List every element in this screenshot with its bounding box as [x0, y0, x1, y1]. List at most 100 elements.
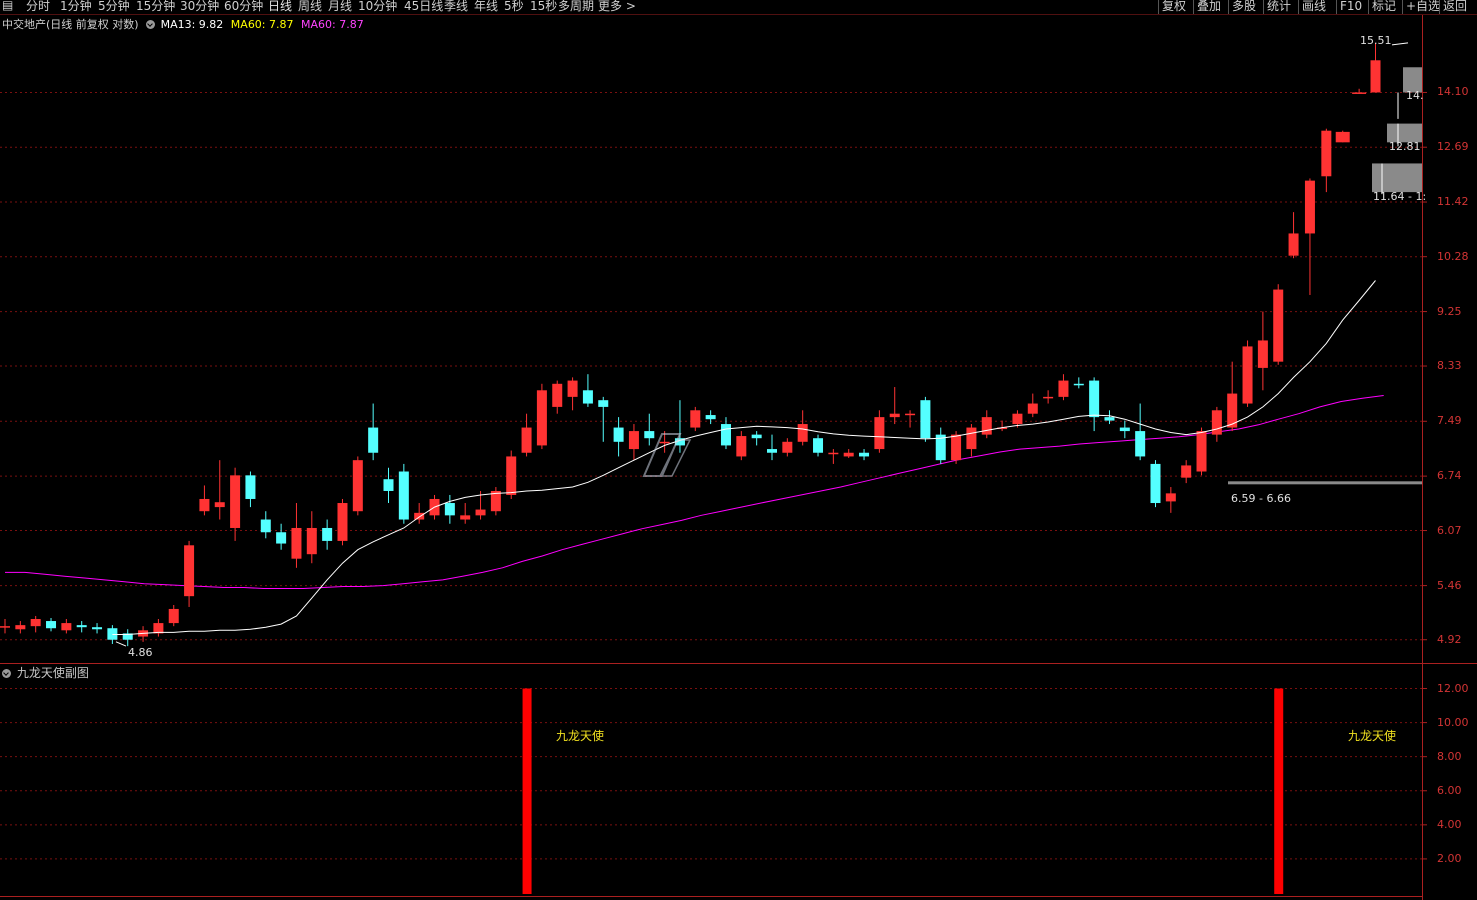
ma60-magenta-label: MA60: 7.87	[301, 18, 364, 31]
y-axis-tick-label: 5.46	[1437, 578, 1462, 592]
candle-body	[1335, 131, 1350, 143]
candle-body	[214, 502, 225, 508]
candle-body	[536, 390, 547, 446]
sub-y-axis-tick-label: 8.00	[1437, 749, 1462, 763]
candle-body	[398, 471, 409, 520]
candle-body	[920, 400, 931, 439]
candle-body	[506, 456, 517, 495]
candle-body	[230, 475, 241, 528]
level-1410-label: 14.	[1406, 89, 1424, 102]
candle-body	[1321, 130, 1332, 177]
candle-body	[966, 427, 977, 450]
candle-body	[1370, 60, 1381, 93]
range-1164-label: 11.64 - 1:	[1373, 190, 1427, 203]
candle-body	[705, 415, 716, 420]
candle-body	[276, 532, 287, 544]
candle-body	[444, 503, 455, 516]
candle-body	[184, 545, 195, 597]
y-axis-tick-label: 14.10	[1437, 85, 1469, 99]
candle-body	[1352, 92, 1367, 94]
candle-body	[414, 512, 425, 520]
candle-body	[46, 621, 57, 629]
candle-body	[245, 475, 256, 499]
candle-body	[1073, 383, 1084, 386]
candle-body	[628, 431, 639, 450]
sub-toggle-icon[interactable]	[2, 669, 11, 678]
candle-body	[0, 626, 10, 628]
y-axis-tick-label: 6.07	[1437, 523, 1462, 537]
candle-body	[76, 625, 87, 628]
signal-bar	[1274, 688, 1284, 894]
candle-body	[521, 427, 532, 453]
range-659-label: 6.59 - 6.66	[1231, 492, 1291, 505]
signal-bar	[522, 688, 532, 894]
candle-body	[15, 625, 26, 630]
candle-body	[291, 527, 302, 559]
candle-body	[92, 627, 103, 630]
y-axis-tick-label: 6.74	[1437, 469, 1462, 483]
candle-body	[582, 390, 593, 404]
support-band-659	[1228, 481, 1422, 485]
y-axis-tick-label: 7.49	[1437, 414, 1462, 428]
ma13-label: MA13: 9.82	[160, 18, 224, 31]
candle-body	[460, 515, 471, 520]
candle-body	[1012, 413, 1023, 425]
leader-line	[1391, 42, 1409, 46]
watermark-logo	[642, 433, 692, 477]
candle-body	[1273, 289, 1284, 362]
candle-body	[1119, 427, 1130, 432]
level-1281-label: 12.81	[1389, 140, 1421, 153]
sub-y-axis-tick-label: 12.00	[1437, 681, 1469, 695]
candle-body	[1027, 403, 1038, 414]
y-axis-tick-label: 10.28	[1437, 249, 1469, 263]
sub-y-axis-tick-label: 10.00	[1437, 715, 1469, 729]
candle-body	[905, 413, 916, 416]
ma60-yellow-label: MA60: 7.87	[230, 18, 294, 31]
y-axis-tick-label: 11.42	[1437, 195, 1469, 209]
candle-body	[1304, 180, 1315, 234]
sub-y-axis-tick-label: 4.00	[1437, 817, 1462, 831]
y-axis-tick-label: 9.25	[1437, 304, 1462, 318]
candle-body	[383, 479, 394, 491]
main-legend: 中交地产(日线 前复权 对数) MA13: 9.82 MA60: 7.87 MA…	[2, 18, 364, 31]
sub-chart-legend: 九龙天使副图	[2, 666, 89, 680]
candle-body	[1043, 396, 1054, 399]
band-1164	[1372, 163, 1422, 193]
y-axis-tick-label: 8.33	[1437, 359, 1462, 373]
candle-body	[1165, 493, 1176, 502]
candle-body	[981, 417, 992, 435]
candle-body	[843, 452, 854, 457]
candle-body	[1135, 431, 1146, 457]
y-axis-tick-label: 4.92	[1437, 632, 1462, 646]
candle-body	[1089, 380, 1100, 418]
sub-y-axis-tick-label: 2.00	[1437, 851, 1462, 865]
candle-body	[690, 410, 701, 428]
candle-body	[951, 434, 962, 461]
candle-body	[306, 527, 317, 555]
candle-body	[1257, 340, 1268, 368]
candle-body	[1196, 431, 1207, 472]
candle-body	[61, 623, 72, 631]
candle-body	[352, 460, 363, 512]
candle-body	[368, 427, 379, 453]
legend-toggle-icon[interactable]	[146, 20, 156, 29]
y-axis-tick-label: 12.69	[1437, 140, 1469, 154]
candle-body	[552, 383, 563, 407]
candle-body	[1104, 417, 1115, 421]
candle-body	[1242, 346, 1253, 404]
candle-body	[260, 519, 271, 533]
candle-body	[199, 498, 210, 512]
candle-body	[613, 427, 624, 442]
candle-body	[30, 619, 41, 627]
candle-body	[168, 608, 179, 624]
leader-line	[115, 641, 127, 647]
candle-body	[859, 452, 870, 457]
candle-body	[337, 503, 348, 541]
signal-label-1: 九龙天使	[556, 729, 605, 743]
candle-body	[107, 628, 118, 640]
candle-body	[598, 400, 609, 407]
candle-body	[1150, 463, 1161, 504]
candle-body	[1211, 410, 1222, 435]
candle-body	[874, 417, 885, 450]
candle-body	[153, 623, 164, 634]
